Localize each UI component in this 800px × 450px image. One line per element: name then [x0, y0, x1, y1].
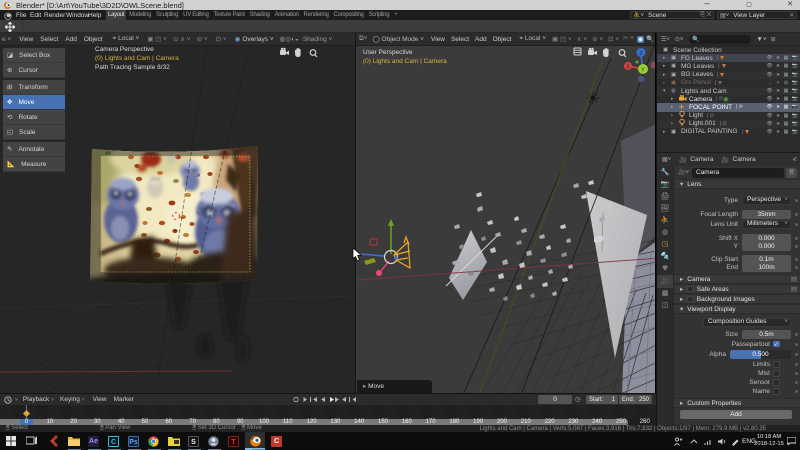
svg-text:Y: Y [641, 68, 645, 74]
